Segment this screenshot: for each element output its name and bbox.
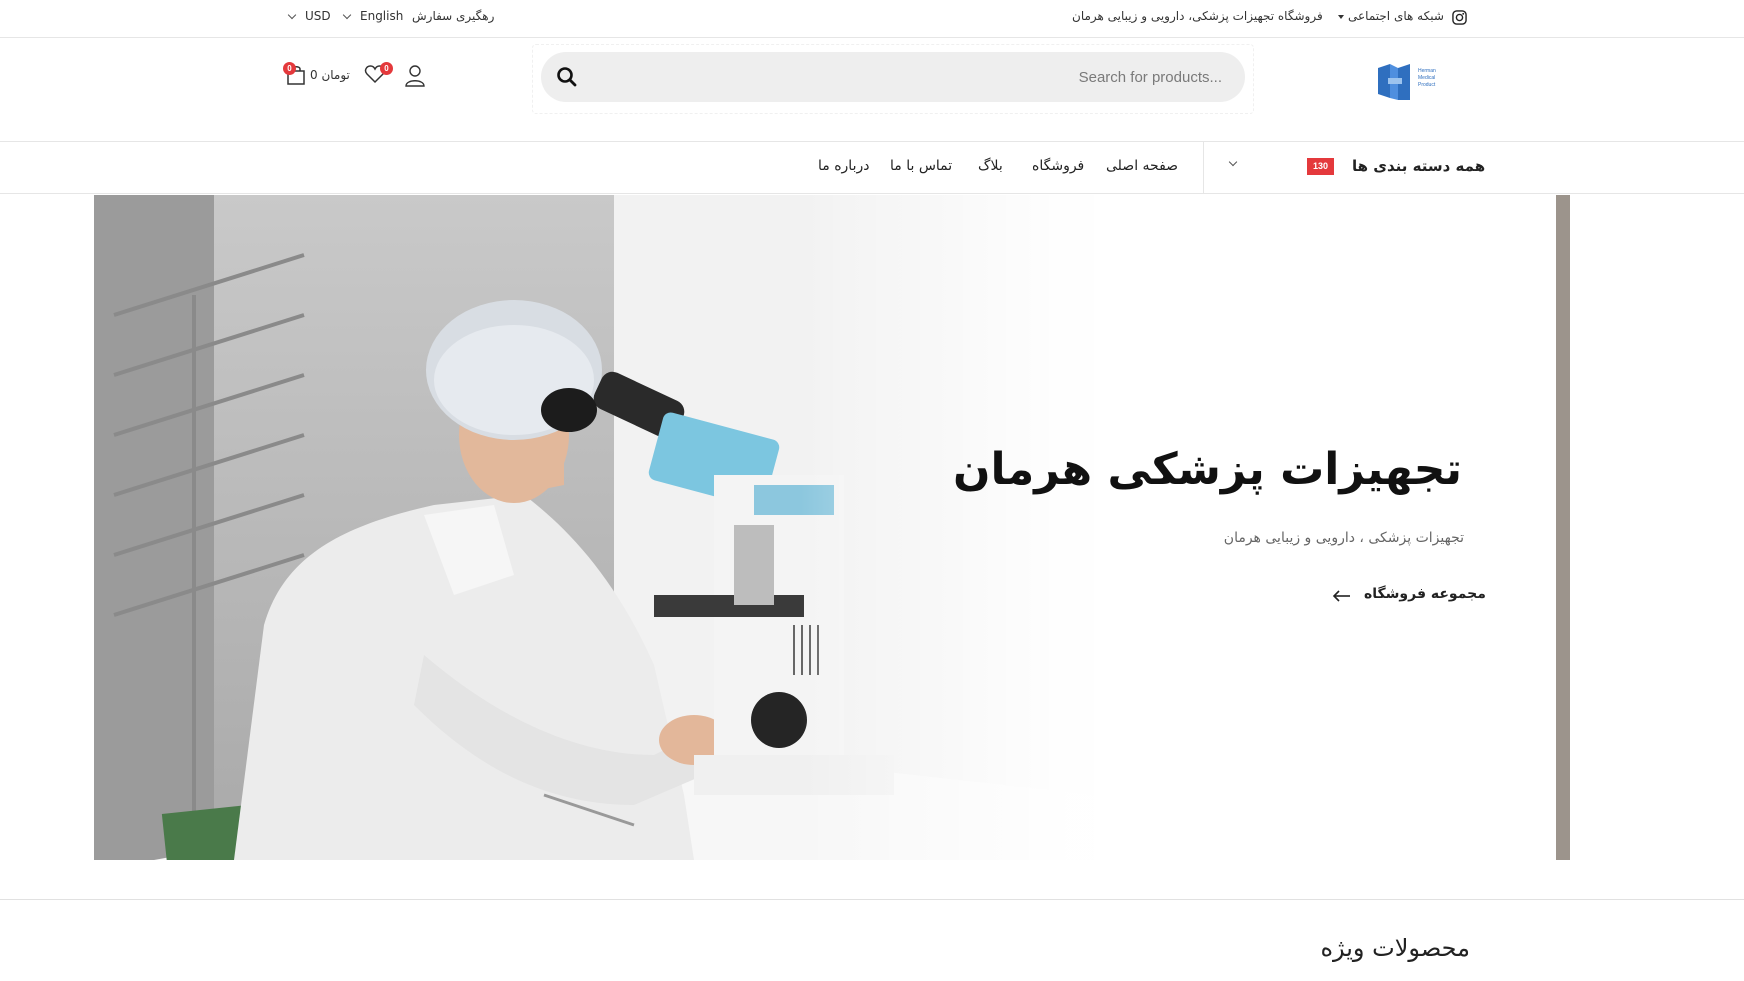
chevron-down-icon bbox=[342, 10, 352, 20]
hero-banner bbox=[94, 195, 1664, 860]
site-logo[interactable]: Herman Medical Product bbox=[1376, 60, 1452, 104]
next-slide-edge[interactable] bbox=[1556, 195, 1570, 860]
nav-link-home[interactable]: صفحه اصلی bbox=[1106, 158, 1178, 174]
featured-products-title: محصولات ویژه bbox=[1320, 934, 1470, 962]
currency-selector[interactable]: USD bbox=[285, 9, 331, 23]
instagram-icon[interactable] bbox=[1452, 10, 1467, 25]
hero-image-scientist-microscope bbox=[94, 195, 1664, 860]
nav-link-about[interactable]: درباره ما bbox=[818, 158, 869, 174]
nav-link-blog[interactable]: بلاگ bbox=[978, 158, 1003, 174]
categories-count-badge: 130 bbox=[1307, 158, 1334, 175]
search-input[interactable] bbox=[600, 52, 1230, 102]
social-label: شبکه های اجتماعی bbox=[1348, 9, 1444, 23]
arrow-left-icon[interactable] bbox=[1332, 589, 1352, 603]
language-selector[interactable]: English bbox=[340, 9, 403, 23]
hero-subtitle: تجهیزات پزشکی ، دارویی و زیبایی هرمان bbox=[1223, 530, 1464, 546]
header: Herman Medical Product 0 تومان 0 0 bbox=[0, 38, 1744, 142]
section-divider bbox=[0, 899, 1744, 900]
svg-text:Medical: Medical bbox=[1418, 75, 1435, 81]
caret-down-icon bbox=[1338, 15, 1344, 19]
nav-divider bbox=[1203, 142, 1204, 194]
search-icon[interactable] bbox=[556, 66, 578, 88]
hero-title: تجهیزات پزشکی هرمان bbox=[952, 444, 1462, 495]
main-nav: همه دسته بندی ها 130 صفحه اصلی فروشگاه ب… bbox=[0, 142, 1744, 194]
svg-text:Herman: Herman bbox=[1418, 68, 1436, 74]
tagline: فروشگاه تجهیزات پزشکی، دارویی و زیبایی ه… bbox=[1072, 9, 1323, 23]
chevron-down-icon bbox=[287, 10, 297, 20]
nav-link-contact[interactable]: تماس با ما bbox=[890, 158, 952, 174]
chevron-down-icon[interactable] bbox=[1228, 157, 1238, 167]
svg-text:Product: Product bbox=[1418, 82, 1436, 88]
currency-label: USD bbox=[305, 9, 331, 23]
user-account-icon[interactable] bbox=[404, 64, 426, 88]
all-categories-button[interactable]: همه دسته بندی ها bbox=[1352, 157, 1485, 175]
top-bar: شبکه های اجتماعی فروشگاه تجهیزات پزشکی، … bbox=[0, 0, 1744, 38]
hero-shop-link[interactable]: مجموعه فروشگاه bbox=[1364, 586, 1486, 602]
nav-link-shop[interactable]: فروشگاه bbox=[1032, 158, 1084, 174]
cart-total[interactable]: تومان 0 bbox=[310, 68, 350, 82]
social-dropdown[interactable]: شبکه های اجتماعی bbox=[1334, 9, 1444, 23]
track-order-link[interactable]: رهگیری سفارش bbox=[412, 9, 494, 23]
language-label: English bbox=[360, 9, 404, 23]
cart-count-badge: 0 bbox=[283, 62, 296, 75]
wishlist-count-badge: 0 bbox=[380, 62, 393, 75]
